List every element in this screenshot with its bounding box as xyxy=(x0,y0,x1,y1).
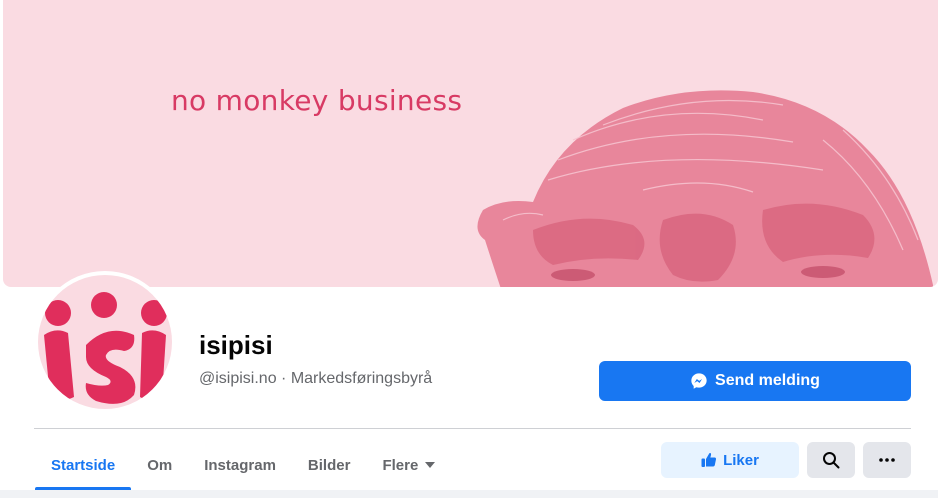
messenger-icon xyxy=(691,373,707,389)
cover-photo[interactable]: no monkey business xyxy=(3,0,938,287)
tab-om[interactable]: Om xyxy=(131,440,188,490)
page-title: isipisi xyxy=(199,330,273,360)
more-options-button[interactable] xyxy=(863,442,911,478)
tab-label: Instagram xyxy=(204,456,276,474)
logo-graphic: isi xyxy=(44,292,167,404)
profile-picture[interactable]: isi xyxy=(34,271,176,413)
more-horizontal-icon xyxy=(879,458,895,462)
search-button[interactable] xyxy=(807,442,855,478)
header-divider xyxy=(34,428,911,429)
tab-instagram[interactable]: Instagram xyxy=(188,440,292,490)
cover-tagline: no monkey business xyxy=(171,84,463,117)
tab-flere[interactable]: Flere xyxy=(366,440,452,490)
page-tabs: Startside Om Instagram Bilder Flere xyxy=(35,440,452,490)
thumbs-up-icon xyxy=(701,453,717,467)
tab-startside[interactable]: Startside xyxy=(35,440,132,490)
like-button[interactable]: Liker xyxy=(661,442,799,478)
send-message-button[interactable]: Send melding xyxy=(599,361,911,401)
tab-bilder[interactable]: Bilder xyxy=(292,440,367,490)
page-subtitle: @isipisi.no · Markedsføringsbyrå xyxy=(199,370,433,387)
tab-label: Bilder xyxy=(307,456,351,474)
caret-down-icon xyxy=(425,462,436,468)
tab-label: Startside xyxy=(51,456,116,474)
tab-label: Flere xyxy=(382,456,419,474)
facebook-page-header: no monkey business isipisi @isipisi.no ·… xyxy=(0,0,938,498)
send-message-label: Send melding xyxy=(715,372,820,389)
like-label: Liker xyxy=(723,451,759,469)
feed-background xyxy=(0,490,938,498)
tab-label: Om xyxy=(147,456,173,474)
monkey-illustration xyxy=(477,90,933,287)
search-icon xyxy=(823,452,840,469)
isipisi-logo: isi xyxy=(38,275,172,409)
